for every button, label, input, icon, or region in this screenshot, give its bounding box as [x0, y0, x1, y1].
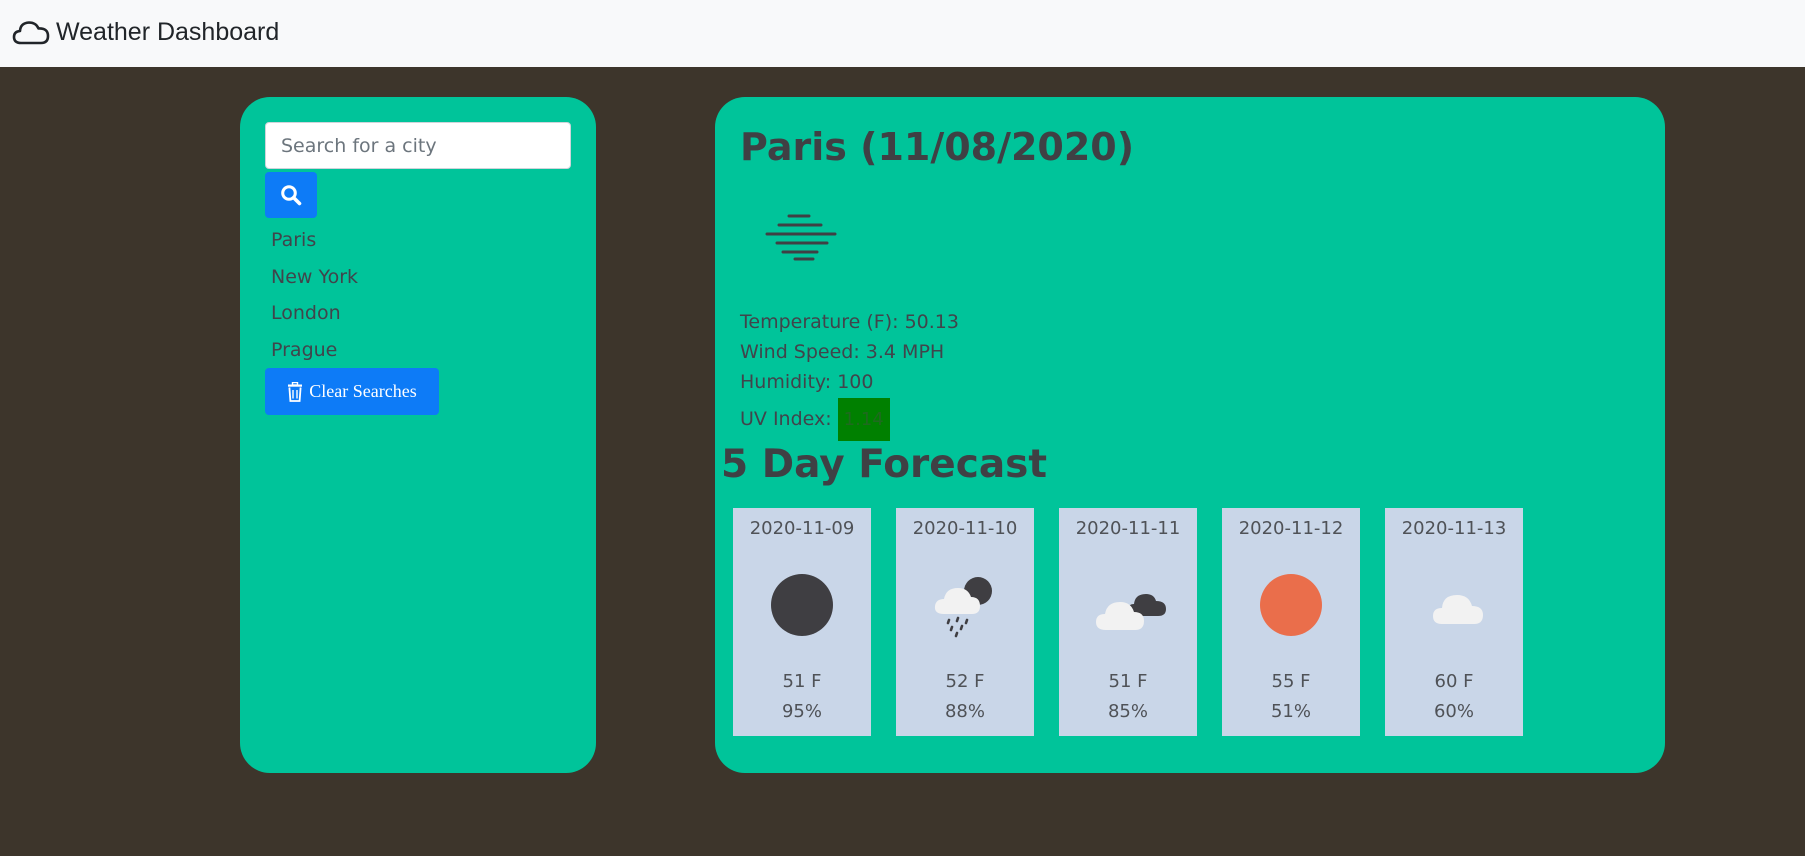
history-city-paris[interactable]: Paris — [271, 224, 358, 261]
forecast-row: 2020-11-09 51 F 95% 2020-11-10 52 F 88% … — [733, 508, 1523, 736]
forecast-date: 2020-11-11 — [1075, 518, 1181, 539]
mist-icon — [765, 214, 837, 261]
forecast-card: 2020-11-13 60 F 60% — [1385, 508, 1523, 736]
history-city-london[interactable]: London — [271, 297, 358, 334]
uv-index-label: UV Index: — [740, 408, 832, 430]
search-sidebar: Paris New York London Prague Clear Searc… — [240, 97, 596, 773]
search-button[interactable] — [265, 172, 317, 218]
brand[interactable]: Weather Dashboard — [12, 16, 279, 48]
clear-searches-button[interactable]: Clear Searches — [265, 368, 439, 415]
current-temperature: Temperature (F): 50.13 — [740, 311, 959, 333]
cloud-icon — [1433, 595, 1483, 624]
forecast-card: 2020-11-10 52 F 88% — [896, 508, 1034, 736]
current-city-title: Paris (11/08/2020) — [740, 125, 1135, 169]
night-clear-icon — [771, 574, 833, 636]
forecast-date: 2020-11-13 — [1401, 518, 1507, 539]
current-details: Temperature (F): 50.13 Wind Speed: 3.4 M… — [740, 307, 959, 441]
forecast-humidity: 88% — [944, 701, 985, 722]
current-wind-speed: Wind Speed: 3.4 MPH — [740, 341, 945, 363]
uv-index-badge: 1.14 — [837, 397, 890, 441]
clear-searches-label: Clear Searches — [309, 381, 417, 401]
weather-panel: Paris (11/08/2020) Temperature (F): 50.1… — [715, 97, 1665, 773]
forecast-temp: 52 F — [945, 671, 985, 692]
forecast-card: 2020-11-12 55 F 51% — [1222, 508, 1360, 736]
app-title: Weather Dashboard — [56, 17, 280, 46]
forecast-temp: 51 F — [1108, 671, 1148, 692]
forecast-temp: 60 F — [1434, 671, 1474, 692]
forecast-temp: 55 F — [1271, 671, 1311, 692]
cloud-icon — [12, 21, 50, 45]
navbar: Weather Dashboard — [0, 0, 1805, 67]
forecast-temp: 51 F — [782, 671, 822, 692]
forecast-date: 2020-11-10 — [912, 518, 1018, 539]
trash-icon — [288, 381, 303, 402]
forecast-humidity: 60% — [1433, 701, 1474, 722]
forecast-date: 2020-11-12 — [1238, 518, 1344, 539]
forecast-date: 2020-11-09 — [749, 518, 855, 539]
forecast-humidity: 51% — [1270, 701, 1311, 722]
uv-index-row: UV Index: 1.14 — [740, 397, 959, 441]
history-city-new-york[interactable]: New York — [271, 261, 358, 298]
current-humidity: Humidity: 100 — [740, 371, 874, 393]
forecast-card: 2020-11-11 51 F 85% — [1059, 508, 1197, 736]
search-history-list: Paris New York London Prague — [271, 224, 358, 370]
forecast-humidity: 95% — [781, 701, 822, 722]
sun-icon — [1260, 574, 1322, 636]
history-city-prague[interactable]: Prague — [271, 334, 358, 371]
city-search-input[interactable] — [265, 122, 571, 169]
forecast-title: 5 Day Forecast — [721, 442, 1048, 487]
broken-clouds-icon — [1096, 594, 1166, 630]
forecast-card: 2020-11-09 51 F 95% — [733, 508, 871, 736]
forecast-humidity: 85% — [1107, 701, 1148, 722]
night-rain-icon — [934, 577, 992, 638]
search-icon — [281, 185, 302, 206]
